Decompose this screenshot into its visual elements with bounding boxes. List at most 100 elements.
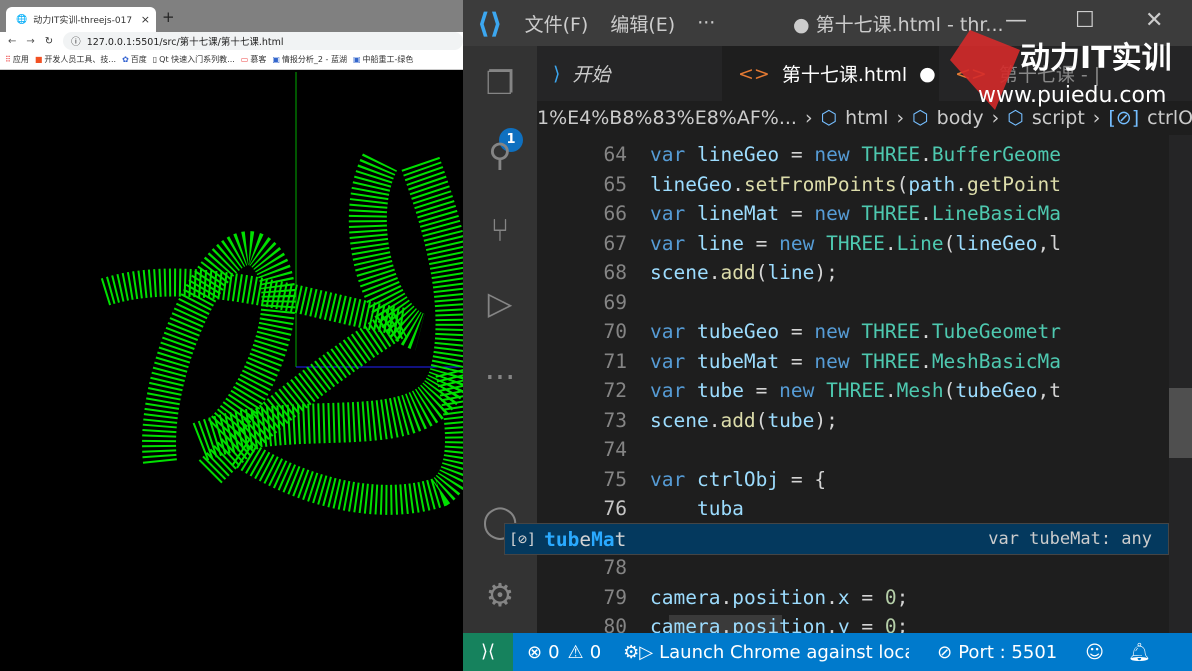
code-line[interactable]: 79 camera.position.x = 0;: [537, 586, 1107, 616]
line-number: 67: [603, 231, 627, 255]
menu-file[interactable]: 文件(F): [525, 10, 589, 37]
breadcrumb-ctrlobj[interactable]: ctrlObj: [1147, 107, 1192, 129]
back-icon[interactable]: ←: [8, 36, 16, 47]
code-token: .: [920, 143, 932, 166]
code-token: =: [743, 231, 780, 255]
tab-welcome[interactable]: ⟩ 开始: [537, 46, 722, 101]
code-token: tuba: [650, 497, 744, 520]
bookmark[interactable]: ▣ 中船重工-绿色: [353, 54, 413, 65]
bookmark[interactable]: ⠿ 应用: [5, 54, 29, 65]
code-line[interactable]: 78: [537, 556, 1107, 586]
code-token: add: [720, 408, 756, 432]
code-line[interactable]: 68 scene.add(line);: [537, 261, 1107, 291]
code-token: new: [779, 379, 827, 402]
extensions-more-icon[interactable]: ···: [481, 358, 519, 396]
close-button[interactable]: ✕: [1145, 8, 1163, 33]
new-tab-button[interactable]: +: [162, 8, 175, 26]
code-line[interactable]: 65 lineGeo.setFromPoints(path.getPoint: [537, 173, 1107, 203]
suggestion-detail: var tubeMat: any: [988, 529, 1152, 549]
code-line[interactable]: 67 var line = new THREE.Line(lineGeo,l: [537, 232, 1107, 262]
search-icon[interactable]: ⚲: [481, 136, 519, 174]
code-line[interactable]: 66 var lineMat = new THREE.LineBasicMa: [537, 202, 1107, 232]
code-token: tube: [696, 379, 744, 402]
run-debug-icon[interactable]: ▷: [481, 284, 519, 322]
menu-edit[interactable]: 编辑(E): [610, 10, 675, 37]
code-token: THREE: [861, 202, 921, 225]
reload-icon[interactable]: ↻: [45, 36, 53, 47]
minimap[interactable]: [1107, 135, 1167, 633]
browser-tabstrip: 🌐 动力IT实训-threejs-017 × +: [0, 0, 463, 32]
browser-tab[interactable]: 🌐 动力IT实训-threejs-017 ×: [6, 7, 156, 32]
minimize-button[interactable]: —: [1005, 8, 1027, 33]
feedback-icon[interactable]: ☺: [1085, 642, 1104, 663]
unsaved-dot[interactable]: ●: [919, 63, 936, 85]
bookmark[interactable]: ▣ 情报分析_2 - 蓝湖: [272, 54, 347, 65]
line-number: 64: [603, 143, 627, 166]
scrollbar[interactable]: [1169, 135, 1192, 633]
code-line[interactable]: 72 var tube = new THREE.Mesh(tubeGeo,t: [537, 379, 1107, 409]
error-count[interactable]: 0: [548, 642, 559, 663]
breadcrumb-html[interactable]: html: [845, 107, 888, 129]
code-token: Line: [896, 231, 944, 255]
line-number: 80: [603, 615, 627, 633]
breadcrumb-script[interactable]: script: [1032, 107, 1085, 129]
settings-gear-icon[interactable]: ⚙: [481, 576, 519, 614]
live-server-port[interactable]: Port : 5501: [958, 642, 1057, 663]
breadcrumb-path[interactable]: 1%E4%B8%83%E8%AF%...: [537, 107, 797, 129]
code-token: lineGeo: [650, 172, 733, 196]
code-line[interactable]: 71 var tubeMat = new THREE.MeshBasicMa: [537, 350, 1107, 380]
code-token: );: [814, 408, 838, 432]
code-token: BufferGeome: [931, 143, 1061, 166]
bookmark[interactable]: ■ 开发人员工具、技...: [35, 54, 116, 65]
line-number: 65: [603, 172, 627, 196]
remote-icon[interactable]: ⟩⟨: [463, 633, 513, 671]
menu-more[interactable]: ···: [697, 12, 715, 34]
code-token: THREE: [826, 231, 885, 255]
code-text: scene.add(line);: [650, 261, 838, 284]
launch-config[interactable]: Launch Chrome against localh: [659, 642, 909, 663]
forward-icon[interactable]: →: [26, 36, 34, 47]
browser-window: 🌐 动力IT实训-threejs-017 × + ← → ↻ ⓘ 127.0.0…: [0, 0, 463, 671]
breadcrumb: 1%E4%B8%83%E8%AF%... › ⬡ html › ⬡ body › ⬡ scr…: [537, 101, 1192, 135]
window-title: ● 第十七课.html - thr...: [793, 13, 1004, 36]
tab-title: 动力IT实训-threejs-017: [33, 16, 133, 26]
breadcrumb-body[interactable]: body: [937, 107, 984, 129]
url-input[interactable]: ⓘ 127.0.0.1:5501/src/第十七课/第十七课.html: [63, 32, 463, 50]
code-token: .: [920, 349, 932, 373]
tab-active-file[interactable]: <> 第十七课.html ●: [722, 46, 939, 101]
close-tab-icon[interactable]: ×: [141, 13, 150, 26]
bookmark[interactable]: ▯ Qt 快速入门系列教...: [153, 54, 235, 65]
autocomplete-suggestion[interactable]: [⊘] tub e Ma t var tubeMat: any: [504, 523, 1169, 555]
warning-count[interactable]: 0: [590, 642, 601, 663]
code-token: ,l: [1037, 231, 1061, 255]
code-line[interactable]: 80 camera.position.y = 0;: [537, 615, 1107, 633]
bookmark[interactable]: ✿ 百度: [122, 54, 147, 65]
code-line[interactable]: 74: [537, 438, 1107, 468]
maximize-button[interactable]: ☐: [1075, 8, 1095, 33]
warning-icon[interactable]: ⚠: [568, 642, 584, 663]
bookmark[interactable]: ▭ 慕客: [241, 54, 267, 65]
info-icon: ⓘ: [71, 37, 81, 48]
scrollbar-thumb[interactable]: [1169, 388, 1192, 458]
code-token: var: [650, 231, 697, 255]
notifications-bell-icon[interactable]: 🔔︎: [1128, 642, 1151, 663]
threejs-canvas[interactable]: [0, 72, 463, 671]
code-line[interactable]: 75 var ctrlObj = {: [537, 468, 1107, 498]
variable-icon: [⊘]: [1108, 107, 1140, 129]
code-line[interactable]: 64 var lineGeo = new THREE.BufferGeome: [537, 143, 1107, 173]
code-line[interactable]: 69: [537, 291, 1107, 321]
tab-file-2[interactable]: <> 第十七课 - |: [939, 46, 1100, 101]
url-text: 127.0.0.1:5501/src/第十七课/第十七课.html: [86, 37, 284, 48]
code-line[interactable]: 73 scene.add(tube);: [537, 409, 1107, 439]
errors-icon[interactable]: ⊗: [527, 642, 542, 663]
source-control-icon[interactable]: ⑂: [481, 211, 519, 249]
code-token: =: [849, 585, 885, 609]
code-token: MeshBasicMa: [931, 349, 1061, 373]
code-line[interactable]: 70 var tubeGeo = new THREE.TubeGeometr: [537, 320, 1107, 350]
debug-launch-icon[interactable]: ⚙▷: [623, 642, 653, 663]
code-editor[interactable]: 64 var lineGeo = new THREE.BufferGeome 65 l…: [537, 135, 1107, 633]
code-token: scene: [650, 408, 709, 432]
code-token: =: [779, 320, 815, 343]
explorer-icon[interactable]: ❐: [481, 64, 519, 102]
variable-icon: [⊘]: [509, 530, 537, 548]
